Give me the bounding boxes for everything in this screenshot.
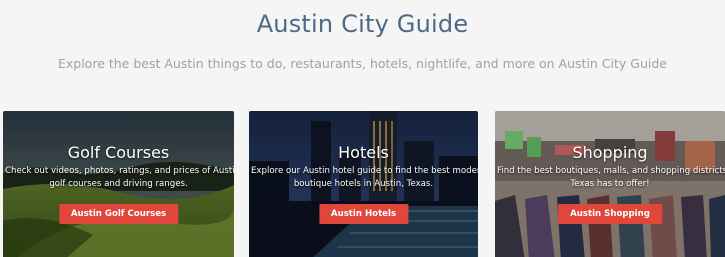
page-title: Austin City Guide <box>256 10 469 38</box>
card-title: Golf Courses <box>67 143 170 162</box>
card-description-line: golf courses and driving ranges. <box>49 179 188 189</box>
austin-hotels-button[interactable]: Austin Hotels <box>318 204 409 224</box>
card-title: Hotels <box>338 143 389 162</box>
card-description: Check out videos, photos, ratings, and p… <box>5 165 234 191</box>
card-description-line: Texas has to offer! <box>570 179 650 189</box>
card-description: Find the best boutiques, malls, and shop… <box>497 165 725 191</box>
card-title: Shopping <box>572 143 648 162</box>
austin-shopping-button[interactable]: Austin Shopping <box>558 204 662 224</box>
page-subtitle: Explore the best Austin things to do, re… <box>57 56 667 71</box>
card-description-line: Explore our Austin hotel guide to find t… <box>251 166 478 176</box>
card-shopping[interactable]: Shopping Find the best boutiques, malls,… <box>495 111 725 257</box>
card-description: Explore our Austin hotel guide to find t… <box>251 165 478 191</box>
card-hotels[interactable]: Hotels Explore our Austin hotel guide to… <box>249 111 478 257</box>
card-description-line: boutique hotels in Austin, Texas. <box>293 179 434 189</box>
card-description-line: Check out videos, photos, ratings, and p… <box>5 166 234 176</box>
austin-golf-courses-button[interactable]: Austin Golf Courses <box>58 204 179 224</box>
card-description-line: Find the best boutiques, malls, and shop… <box>497 166 725 176</box>
card-golf-courses[interactable]: Golf Courses Check out videos, photos, r… <box>3 111 234 257</box>
